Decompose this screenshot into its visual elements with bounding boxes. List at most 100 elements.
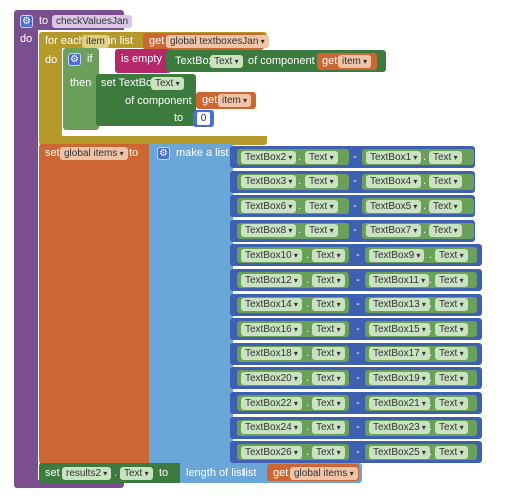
right-dot: . — [429, 421, 433, 434]
length-get-var-dropdown[interactable]: global items — [290, 467, 358, 480]
set-items-block[interactable] — [39, 144, 153, 464]
then-label: then — [70, 77, 92, 89]
get-list-var-dropdown[interactable]: global textboxesJan — [166, 35, 269, 48]
set-results-prop-dropdown[interactable]: Text — [120, 467, 153, 480]
right-component-dropdown[interactable]: TextBox9 — [369, 248, 425, 262]
right-prop-dropdown[interactable]: Text — [435, 248, 468, 262]
set-textbox-prop-dropdown[interactable]: Text — [151, 77, 184, 90]
right-component-dropdown[interactable]: TextBox17 — [369, 347, 430, 361]
right-prop-dropdown[interactable]: Text — [435, 371, 468, 385]
left-component-dropdown[interactable]: TextBox16 — [241, 322, 302, 336]
right-dot: . — [423, 150, 427, 163]
minus-operator: - — [356, 371, 360, 384]
right-component-dropdown[interactable]: TextBox11 — [369, 273, 430, 287]
right-component-dropdown[interactable]: TextBox4 — [366, 175, 422, 189]
right-prop-dropdown[interactable]: Text — [435, 298, 468, 312]
left-dot: . — [306, 445, 310, 458]
textbox-getter-prop-dropdown[interactable]: Text — [210, 55, 243, 68]
left-dot: . — [306, 273, 310, 286]
left-prop-dropdown[interactable]: Text — [312, 445, 345, 459]
right-prop-dropdown[interactable]: Text — [429, 199, 462, 213]
length-get-label: get — [273, 467, 289, 479]
right-prop-dropdown[interactable]: Text — [435, 322, 468, 336]
right-component-dropdown[interactable]: TextBox21 — [369, 396, 430, 410]
left-component-dropdown[interactable]: TextBox18 — [241, 347, 302, 361]
left-component-dropdown[interactable]: TextBox8 — [241, 224, 297, 238]
right-component-dropdown[interactable]: TextBox19 — [369, 371, 430, 385]
left-component-dropdown[interactable]: TextBox14 — [241, 298, 302, 312]
set-textbox-item-var-dropdown[interactable]: item — [218, 94, 252, 107]
number-value[interactable]: 0 — [197, 112, 210, 125]
left-prop-dropdown[interactable]: Text — [312, 298, 345, 312]
right-component-dropdown[interactable]: TextBox25 — [369, 445, 430, 459]
set-results-set-label: set — [45, 467, 60, 479]
set-items-var-dropdown[interactable]: global items — [60, 147, 128, 160]
set-results-component-dropdown[interactable]: results2 — [62, 467, 112, 480]
get-item-var-dropdown[interactable]: item — [338, 55, 372, 68]
right-component-dropdown[interactable]: TextBox13 — [369, 298, 430, 312]
right-dot: . — [423, 224, 427, 237]
foreach-var-field[interactable]: item — [82, 35, 109, 48]
right-component-dropdown[interactable]: TextBox1 — [366, 150, 422, 164]
textbox-getter-of-component-label: of component — [248, 55, 315, 67]
minus-operator: - — [353, 175, 357, 188]
make-list-block[interactable] — [149, 143, 233, 465]
left-dot: . — [306, 248, 310, 261]
right-prop-dropdown[interactable]: Text — [435, 421, 468, 435]
is-empty-label: is empty — [121, 53, 162, 65]
left-prop-dropdown[interactable]: Text — [312, 273, 345, 287]
left-component-dropdown[interactable]: TextBox2 — [241, 150, 297, 164]
left-component-dropdown[interactable]: TextBox22 — [241, 396, 302, 410]
left-dot: . — [298, 175, 302, 188]
right-component-dropdown[interactable]: TextBox15 — [369, 322, 430, 336]
left-prop-dropdown[interactable]: Text — [305, 175, 338, 189]
left-prop-dropdown[interactable]: Text — [312, 421, 345, 435]
foreach-do-label: do — [45, 54, 58, 66]
get-item-label: get — [322, 55, 338, 67]
set-results-dot: . — [114, 467, 118, 479]
right-prop-dropdown[interactable]: Text — [429, 175, 462, 189]
gear-icon[interactable]: ⚙ — [20, 15, 33, 28]
left-component-dropdown[interactable]: TextBox24 — [241, 421, 302, 435]
left-prop-dropdown[interactable]: Text — [312, 248, 345, 262]
set-results-to-label: to — [159, 467, 169, 479]
left-component-dropdown[interactable]: TextBox6 — [241, 199, 297, 213]
minus-operator: - — [356, 396, 360, 409]
left-prop-dropdown[interactable]: Text — [312, 347, 345, 361]
right-prop-dropdown[interactable]: Text — [429, 224, 462, 238]
set-items-to-label: to — [129, 147, 139, 159]
right-component-dropdown[interactable]: TextBox23 — [369, 421, 430, 435]
left-dot: . — [298, 199, 302, 212]
right-dot: . — [429, 445, 433, 458]
right-component-dropdown[interactable]: TextBox5 — [366, 199, 422, 213]
left-component-dropdown[interactable]: TextBox12 — [241, 273, 302, 287]
left-component-dropdown[interactable]: TextBox3 — [241, 175, 297, 189]
left-component-dropdown[interactable]: TextBox10 — [241, 248, 302, 262]
right-prop-dropdown[interactable]: Text — [435, 273, 468, 287]
left-prop-dropdown[interactable]: Text — [305, 199, 338, 213]
gear-icon[interactable]: ⚙ — [68, 53, 81, 66]
left-prop-dropdown[interactable]: Text — [305, 150, 338, 164]
left-prop-dropdown[interactable]: Text — [312, 371, 345, 385]
left-prop-dropdown[interactable]: Text — [305, 224, 338, 238]
right-component-dropdown[interactable]: TextBox7 — [366, 224, 422, 238]
left-dot: . — [306, 371, 310, 384]
procedure-to-label: to — [39, 15, 49, 27]
right-prop-dropdown[interactable]: Text — [429, 150, 462, 164]
right-dot: . — [429, 347, 433, 360]
gear-icon[interactable]: ⚙ — [157, 147, 170, 160]
foreach-label: for each — [45, 35, 85, 47]
left-component-dropdown[interactable]: TextBox20 — [241, 371, 302, 385]
right-prop-dropdown[interactable]: Text — [435, 445, 468, 459]
length-list-label: list — [243, 467, 257, 479]
left-prop-dropdown[interactable]: Text — [312, 322, 345, 336]
minus-operator: - — [353, 199, 357, 212]
procedure-name-field[interactable]: checkValuesJan — [52, 15, 133, 28]
left-dot: . — [298, 224, 302, 237]
minus-operator: - — [356, 445, 360, 458]
left-component-dropdown[interactable]: TextBox26 — [241, 445, 302, 459]
right-prop-dropdown[interactable]: Text — [435, 396, 468, 410]
right-prop-dropdown[interactable]: Text — [435, 347, 468, 361]
left-prop-dropdown[interactable]: Text — [312, 396, 345, 410]
minus-operator: - — [353, 150, 357, 163]
